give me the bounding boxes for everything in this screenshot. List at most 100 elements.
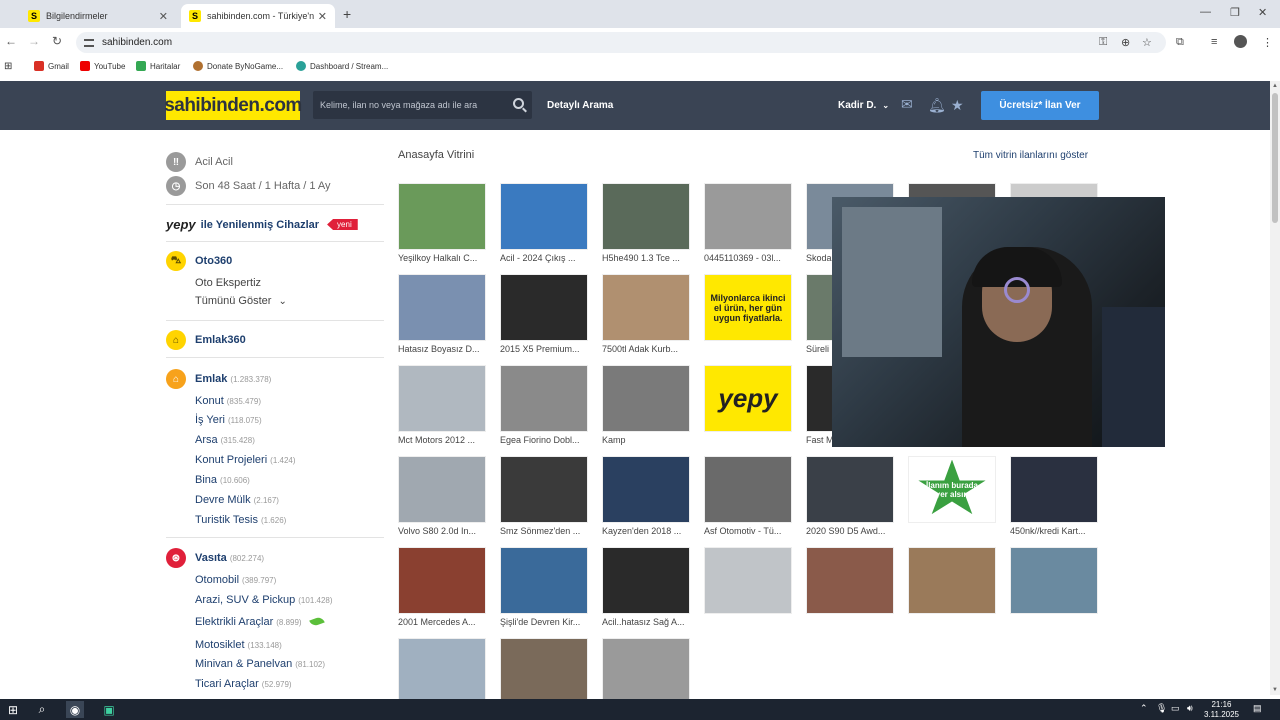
listing-card[interactable] <box>908 547 998 617</box>
listing-thumbnail[interactable] <box>398 274 486 341</box>
listing-card[interactable] <box>500 638 590 708</box>
network-icon[interactable]: ▭ <box>1171 703 1180 714</box>
bookmark-donate[interactable]: Donate ByNoGame... <box>193 61 283 71</box>
scroll-down-icon[interactable]: ▼ <box>1272 687 1278 693</box>
urgent-link[interactable]: ‼ Acil Acil <box>166 152 233 172</box>
close-tab-icon[interactable]: ✕ <box>318 10 327 23</box>
listing-caption[interactable]: 2001 Mercedes A... <box>398 617 488 627</box>
listing-caption[interactable]: Şişli'de Devren Kir... <box>500 617 590 627</box>
emlak-turistik-tesis[interactable]: Turistik Tesis (1.626) <box>195 514 286 526</box>
vasita-ticari[interactable]: Ticari Araçlar (52.979) <box>195 678 292 690</box>
notification-icon[interactable]: ▤ <box>1253 703 1262 714</box>
minimize-icon[interactable]: — <box>1200 6 1211 18</box>
user-menu[interactable]: Kadir D. ⌄ <box>838 100 889 111</box>
listing-caption[interactable]: Kayzen'den 2018 ... <box>602 526 692 536</box>
listing-caption[interactable]: Smz Sönmez'den ... <box>500 526 590 536</box>
listing-caption[interactable]: Mct Motors 2012 ... <box>398 435 488 445</box>
tray-chevron-up-icon[interactable]: ⌃ <box>1140 703 1148 714</box>
close-tab-icon[interactable]: ✕ <box>159 10 168 23</box>
listing-thumbnail[interactable] <box>500 547 588 614</box>
listing-caption[interactable]: Asf Otomotiv - Tü... <box>704 526 794 536</box>
listing-thumbnail[interactable] <box>602 365 690 432</box>
site-logo[interactable]: sahibinden.com <box>164 91 302 120</box>
favorites-star-icon[interactable]: ★ <box>951 97 964 114</box>
listing-card[interactable]: Acil - 2024 Çıkış ... <box>500 183 590 263</box>
bell-icon[interactable]: 🔔︎ <box>928 97 946 114</box>
listing-card[interactable]: Hatasız Boyasız D... <box>398 274 488 354</box>
yepy-link[interactable]: yepy ile Yenilenmiş Cihazlar yeni <box>166 217 358 232</box>
volume-icon[interactable]: 🔊︎ <box>1187 703 1193 714</box>
media-icon[interactable]: ≡ <box>1211 36 1217 48</box>
listing-card[interactable]: Egea Fiorino Dobl... <box>500 365 590 445</box>
profile-avatar-icon[interactable] <box>1234 35 1247 48</box>
listing-thumbnail[interactable]: İlanım burada yer alsın <box>908 456 996 523</box>
listing-card[interactable]: Asf Otomotiv - Tü... <box>704 456 794 536</box>
listing-thumbnail[interactable] <box>500 365 588 432</box>
vasita-category[interactable]: ⊛ <box>166 548 195 568</box>
microphone-icon[interactable]: 🎙︎ <box>1156 703 1167 714</box>
listing-caption[interactable]: Kamp <box>602 435 692 445</box>
extensions-icon[interactable]: ⧉ <box>1176 36 1184 49</box>
search-icon[interactable] <box>513 98 524 109</box>
chrome-taskbar-icon[interactable]: ◉ <box>66 701 84 718</box>
listing-caption[interactable]: Acil - 2024 Çıkış ... <box>500 253 590 263</box>
mail-icon[interactable]: ✉ <box>901 96 913 113</box>
listing-thumbnail[interactable] <box>500 456 588 523</box>
vasita-minivan[interactable]: Minivan & Panelvan (81.102) <box>195 658 325 670</box>
listing-card[interactable]: Mct Motors 2012 ... <box>398 365 488 445</box>
listing-thumbnail[interactable] <box>806 547 894 614</box>
listing-thumbnail[interactable] <box>500 638 588 705</box>
oto-ekspertiz-link[interactable]: Oto Ekspertiz <box>195 277 261 289</box>
scroll-up-icon[interactable]: ▲ <box>1272 83 1278 89</box>
listing-thumbnail[interactable] <box>806 456 894 523</box>
emlak-bina[interactable]: Bina (10.606) <box>195 474 250 486</box>
emlak-devre-mulk[interactable]: Devre Mülk (2.167) <box>195 494 279 506</box>
vasita-elektrikli[interactable]: Elektrikli Araçlar (8.899) <box>195 615 325 628</box>
listing-card[interactable]: Kayzen'den 2018 ... <box>602 456 692 536</box>
bookmark-gmail[interactable]: Gmail <box>34 61 69 71</box>
listing-card[interactable]: 7500tl Adak Kurb... <box>602 274 692 354</box>
page-scrollbar[interactable]: ▲ ▼ <box>1270 81 1280 695</box>
post-ad-button[interactable]: Ücretsiz* İlan Ver <box>981 91 1099 120</box>
listing-thumbnail[interactable] <box>398 638 486 705</box>
taskbar-search-icon[interactable]: ⌕ <box>33 701 51 718</box>
emlak-konut-projeleri[interactable]: Konut Projeleri (1.424) <box>195 454 296 466</box>
listing-thumbnail[interactable] <box>398 183 486 250</box>
listing-card[interactable]: yepy <box>704 365 794 435</box>
listing-card[interactable]: 2015 X5 Premium... <box>500 274 590 354</box>
listing-thumbnail[interactable] <box>602 638 690 705</box>
search-input[interactable]: Kelime, ilan no veya mağaza adı ile ara <box>313 91 532 119</box>
listing-thumbnail[interactable] <box>602 183 690 250</box>
vasita-motosiklet[interactable]: Motosiklet (133.148) <box>195 639 282 651</box>
vasita-otomobil[interactable]: Otomobil (389.797) <box>195 574 276 586</box>
emlak-arsa[interactable]: Arsa (315.428) <box>195 434 255 446</box>
listing-caption[interactable]: 0445110369 - 03l... <box>704 253 794 263</box>
listing-card[interactable]: 2020 S90 D5 Awd... <box>806 456 896 536</box>
new-tab-icon[interactable]: + <box>343 6 351 22</box>
listing-card[interactable]: Acil..hatasız Sağ A... <box>602 547 692 627</box>
detailed-search-link[interactable]: Detaylı Arama <box>547 100 613 111</box>
listing-card[interactable] <box>806 547 896 617</box>
listing-thumbnail[interactable] <box>398 365 486 432</box>
listing-card[interactable] <box>602 638 692 708</box>
oto360-link[interactable]: ⛍ Oto360 <box>166 251 232 271</box>
listing-card[interactable]: Milyonlarca ikinci el ürün, her gün uygu… <box>704 274 794 344</box>
recent-link[interactable]: ◷ Son 48 Saat / 1 Hafta / 1 Ay <box>166 176 331 196</box>
forward-icon[interactable]: → <box>28 34 40 48</box>
listing-card[interactable] <box>704 547 794 617</box>
listing-thumbnail[interactable] <box>602 274 690 341</box>
emlak360-link[interactable]: ⌂ Emlak360 <box>166 330 246 350</box>
listing-caption[interactable]: H5he490 1.3 Tce ... <box>602 253 692 263</box>
listing-card[interactable]: Volvo S80 2.0d In... <box>398 456 488 536</box>
emlak-konut[interactable]: Konut (835.479) <box>195 395 261 407</box>
close-window-icon[interactable]: ✕ <box>1258 6 1267 19</box>
listing-thumbnail[interactable] <box>1010 547 1098 614</box>
listing-card[interactable] <box>1010 547 1100 617</box>
tab-bilgilendirmeler[interactable]: S Bilgilendirmeler ✕ <box>20 4 176 28</box>
listing-thumbnail[interactable] <box>602 456 690 523</box>
listing-caption[interactable]: 2015 X5 Premium... <box>500 344 590 354</box>
vasita-arazi-suv[interactable]: Arazi, SUV & Pickup (101.428) <box>195 594 333 606</box>
listing-thumbnail[interactable] <box>908 547 996 614</box>
listing-caption[interactable]: 2020 S90 D5 Awd... <box>806 526 896 536</box>
listing-thumbnail[interactable] <box>704 183 792 250</box>
